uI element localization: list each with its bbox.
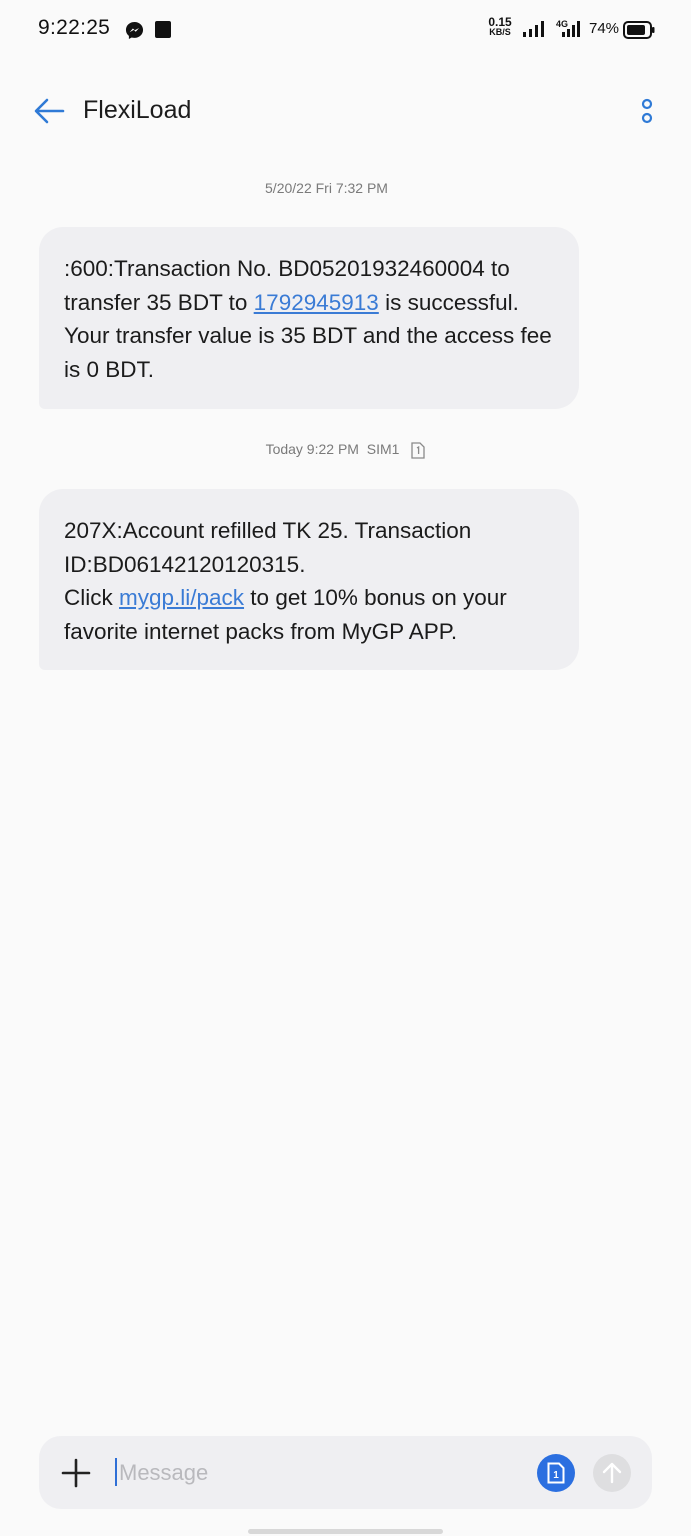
battery-icon <box>623 21 655 39</box>
messenger-icon <box>125 21 144 40</box>
battery-percentage: 74% <box>589 20 620 37</box>
send-button[interactable] <box>593 1454 631 1492</box>
more-options-icon[interactable] <box>637 98 657 128</box>
message-timestamp: Today 9:22 PM SIM1 <box>0 441 691 459</box>
network-type-label: 4G <box>556 19 568 29</box>
sim-icon: 1 <box>547 1462 565 1484</box>
sim-number: 1 <box>553 1470 559 1481</box>
network-speed-value: 0.15 <box>488 15 512 29</box>
phone-number-link[interactable]: 1792945913 <box>254 290 379 315</box>
message-input[interactable] <box>117 1454 521 1492</box>
conversation-header: FlexiLoad <box>0 80 691 142</box>
message-bubble[interactable]: 207X:Account refilled TK 25. Transaction… <box>39 489 579 670</box>
message-bubble[interactable]: :600:Transaction No. BD05201932460004 to… <box>39 227 579 409</box>
back-arrow-icon[interactable] <box>33 98 65 124</box>
timestamp-text: Today 9:22 PM <box>265 441 359 457</box>
signal-4g-icon: 4G <box>556 19 580 37</box>
send-icon <box>602 1462 622 1484</box>
status-bar: 9:22:25 0.15 KB/S 4G 74% <box>0 0 691 60</box>
message-text: 207X:Account refilled TK 25. Transaction… <box>64 518 472 577</box>
signal-icon <box>523 21 544 37</box>
plus-icon[interactable] <box>61 1458 91 1488</box>
message-text: Click <box>64 585 119 611</box>
sim-label: SIM1 <box>366 441 400 457</box>
sim-icon <box>411 442 426 459</box>
network-speed: 0.15 KB/S <box>484 15 516 37</box>
notification-square-icon <box>155 21 171 38</box>
home-indicator[interactable] <box>248 1529 443 1534</box>
status-time: 9:22:25 <box>38 16 111 39</box>
compose-bar: 1 <box>39 1436 652 1509</box>
message-timestamp: 5/20/22 Fri 7:32 PM <box>265 180 388 196</box>
url-link[interactable]: mygp.li/pack <box>119 585 244 610</box>
sim-select-button[interactable]: 1 <box>537 1454 575 1492</box>
conversation-title: FlexiLoad <box>83 96 192 124</box>
